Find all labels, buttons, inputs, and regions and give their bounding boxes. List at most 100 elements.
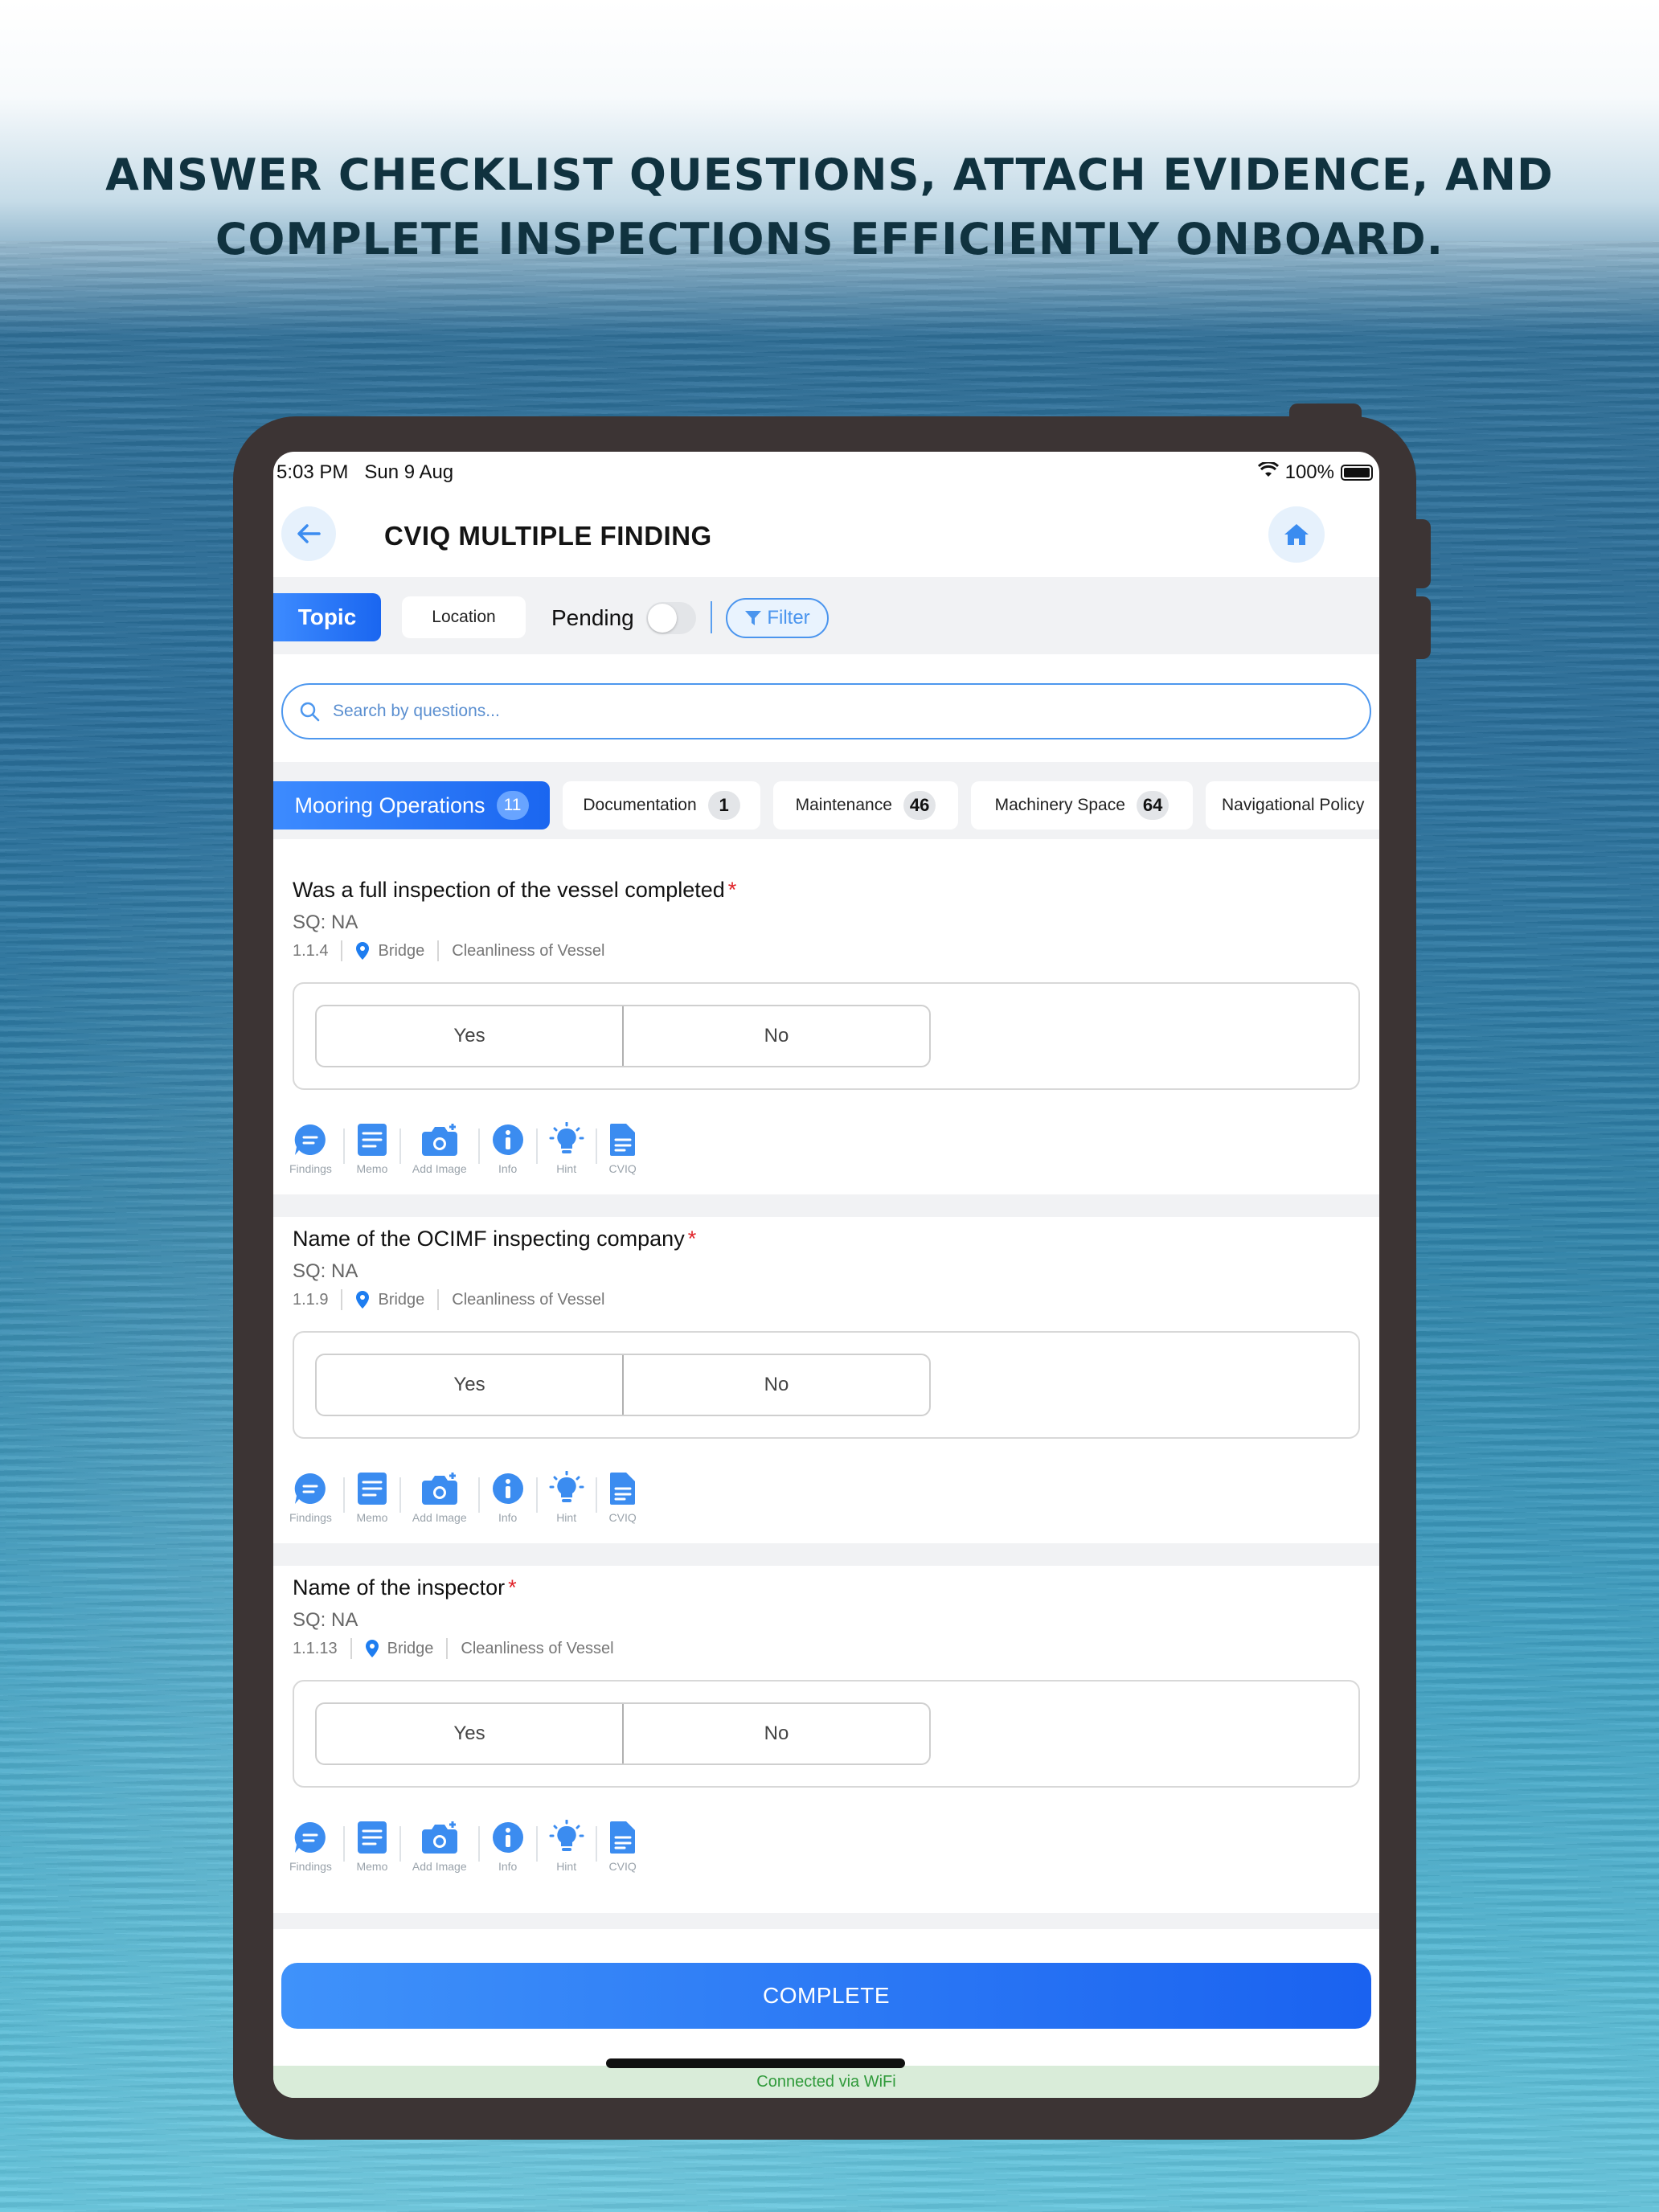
headline-line-2: COMPLETE INSPECTIONS EFFICIENTLY ONBOARD… — [215, 214, 1444, 264]
headline: ANSWER CHECKLIST QUESTIONS, ATTACH EVIDE… — [0, 143, 1659, 272]
category-count-badge: 64 — [1136, 791, 1169, 820]
info-label: Info — [498, 1860, 518, 1873]
meta-divider — [446, 1638, 449, 1659]
question-category: Cleanliness of Vessel — [452, 941, 605, 960]
back-button[interactable] — [281, 506, 336, 561]
info-icon — [492, 1124, 523, 1155]
memo-button[interactable]: Memo — [356, 1122, 388, 1175]
category-tab-navigational-policy[interactable]: Navigational Policy — [1206, 781, 1379, 830]
question-category: Cleanliness of Vessel — [461, 1639, 614, 1657]
filter-button[interactable]: Filter — [726, 598, 829, 638]
question-text: Name of the inspector — [293, 1575, 506, 1600]
card-separator — [273, 1543, 1379, 1566]
camera-icon — [421, 1473, 457, 1505]
yes-option[interactable]: Yes — [317, 1704, 622, 1763]
action-divider — [535, 1129, 538, 1164]
search-bar[interactable] — [281, 683, 1371, 739]
headline-line-1: ANSWER CHECKLIST QUESTIONS, ATTACH EVIDE… — [105, 150, 1554, 200]
action-divider — [535, 1477, 538, 1513]
yes-option[interactable]: Yes — [317, 1006, 622, 1066]
chat-bubble-icon — [295, 1473, 326, 1504]
action-divider — [399, 1826, 401, 1862]
findings-button[interactable]: Findings — [289, 1471, 332, 1524]
chat-bubble-icon — [295, 1124, 326, 1155]
add-image-button[interactable]: Add Image — [412, 1471, 467, 1524]
cviq-button[interactable]: CVIQ — [608, 1122, 637, 1175]
question-location: Bridge — [355, 1290, 424, 1309]
location-tab[interactable]: Location — [402, 596, 526, 638]
no-option[interactable]: No — [622, 1704, 929, 1763]
required-marker: * — [727, 878, 737, 902]
question-title: Name of the inspector * — [293, 1575, 517, 1600]
cviq-label: CVIQ — [608, 1860, 637, 1873]
cviq-label: CVIQ — [608, 1162, 637, 1175]
findings-label: Findings — [289, 1162, 332, 1175]
findings-label: Findings — [289, 1511, 332, 1524]
yes-no-selector: Yes No — [315, 1354, 931, 1416]
findings-button[interactable]: Findings — [289, 1122, 332, 1175]
battery-percent: 100% — [1284, 461, 1334, 483]
hint-button[interactable]: Hint — [549, 1820, 584, 1873]
category-tab-mooring-operations[interactable]: Mooring Operations 11 — [273, 781, 550, 830]
memo-button[interactable]: Memo — [356, 1820, 388, 1873]
findings-button[interactable]: Findings — [289, 1820, 332, 1873]
battery-icon — [1341, 465, 1373, 481]
action-divider — [477, 1826, 480, 1862]
hint-button[interactable]: Hint — [549, 1122, 584, 1175]
location-text: Bridge — [378, 941, 425, 960]
question-location: Bridge — [355, 941, 424, 961]
filter-divider — [711, 601, 712, 633]
location-text: Bridge — [387, 1639, 434, 1657]
meta-divider — [350, 1638, 352, 1659]
info-button[interactable]: Info — [491, 1820, 525, 1873]
lightbulb-icon — [549, 1820, 584, 1851]
info-button[interactable]: Info — [491, 1471, 525, 1524]
yes-no-selector: Yes No — [315, 1702, 931, 1765]
pending-label: Pending — [551, 605, 634, 630]
info-label: Info — [498, 1511, 518, 1524]
home-indicator[interactable] — [606, 2058, 905, 2068]
cviq-button[interactable]: CVIQ — [608, 1820, 637, 1873]
hint-button[interactable]: Hint — [549, 1471, 584, 1524]
pending-toggle[interactable] — [646, 602, 696, 634]
question-meta: 1.1.9 Bridge Cleanliness of Vessel — [293, 1289, 604, 1310]
category-tab-machinery-space[interactable]: Machinery Space 64 — [971, 781, 1193, 830]
action-divider — [595, 1826, 597, 1862]
memo-label: Memo — [356, 1860, 388, 1873]
category-tab-maintenance[interactable]: Maintenance 46 — [773, 781, 958, 830]
no-option[interactable]: No — [622, 1355, 929, 1415]
yes-option[interactable]: Yes — [317, 1355, 622, 1415]
category-label: Machinery Space — [994, 796, 1125, 814]
category-label: Navigational Policy — [1222, 796, 1365, 814]
category-label: Mooring Operations — [294, 793, 485, 817]
home-button[interactable] — [1268, 506, 1325, 563]
cviq-button[interactable]: CVIQ — [608, 1471, 637, 1524]
question-actions: Findings Memo Add Image Info Hint CVIQ — [289, 1122, 637, 1175]
cviq-label: CVIQ — [608, 1511, 637, 1524]
info-icon — [492, 1822, 523, 1853]
toggle-knob — [648, 604, 677, 633]
location-text: Bridge — [378, 1290, 425, 1309]
add-image-button[interactable]: Add Image — [412, 1820, 467, 1873]
complete-button[interactable]: COMPLETE — [281, 1963, 1371, 2029]
topic-tab[interactable]: Topic — [273, 593, 381, 641]
document-icon — [609, 1473, 635, 1505]
category-tab-documentation[interactable]: Documentation 1 — [563, 781, 760, 830]
meta-divider — [341, 940, 343, 961]
connection-status-bar: Connected via WiFi — [273, 2066, 1379, 2098]
add-image-button[interactable]: Add Image — [412, 1122, 467, 1175]
category-label: Documentation — [583, 796, 697, 814]
memo-button[interactable]: Memo — [356, 1471, 388, 1524]
action-divider — [342, 1477, 345, 1513]
location-pin-icon — [356, 942, 370, 960]
category-count-badge: 46 — [903, 791, 936, 820]
info-icon — [492, 1473, 523, 1504]
list-end-separator — [273, 1913, 1379, 1929]
card-separator — [273, 1194, 1379, 1217]
action-divider — [595, 1129, 597, 1164]
question-sq: SQ: NA — [293, 911, 358, 933]
info-button[interactable]: Info — [491, 1122, 525, 1175]
no-option[interactable]: No — [622, 1006, 929, 1066]
document-icon — [609, 1821, 635, 1854]
search-input[interactable] — [333, 702, 1297, 721]
